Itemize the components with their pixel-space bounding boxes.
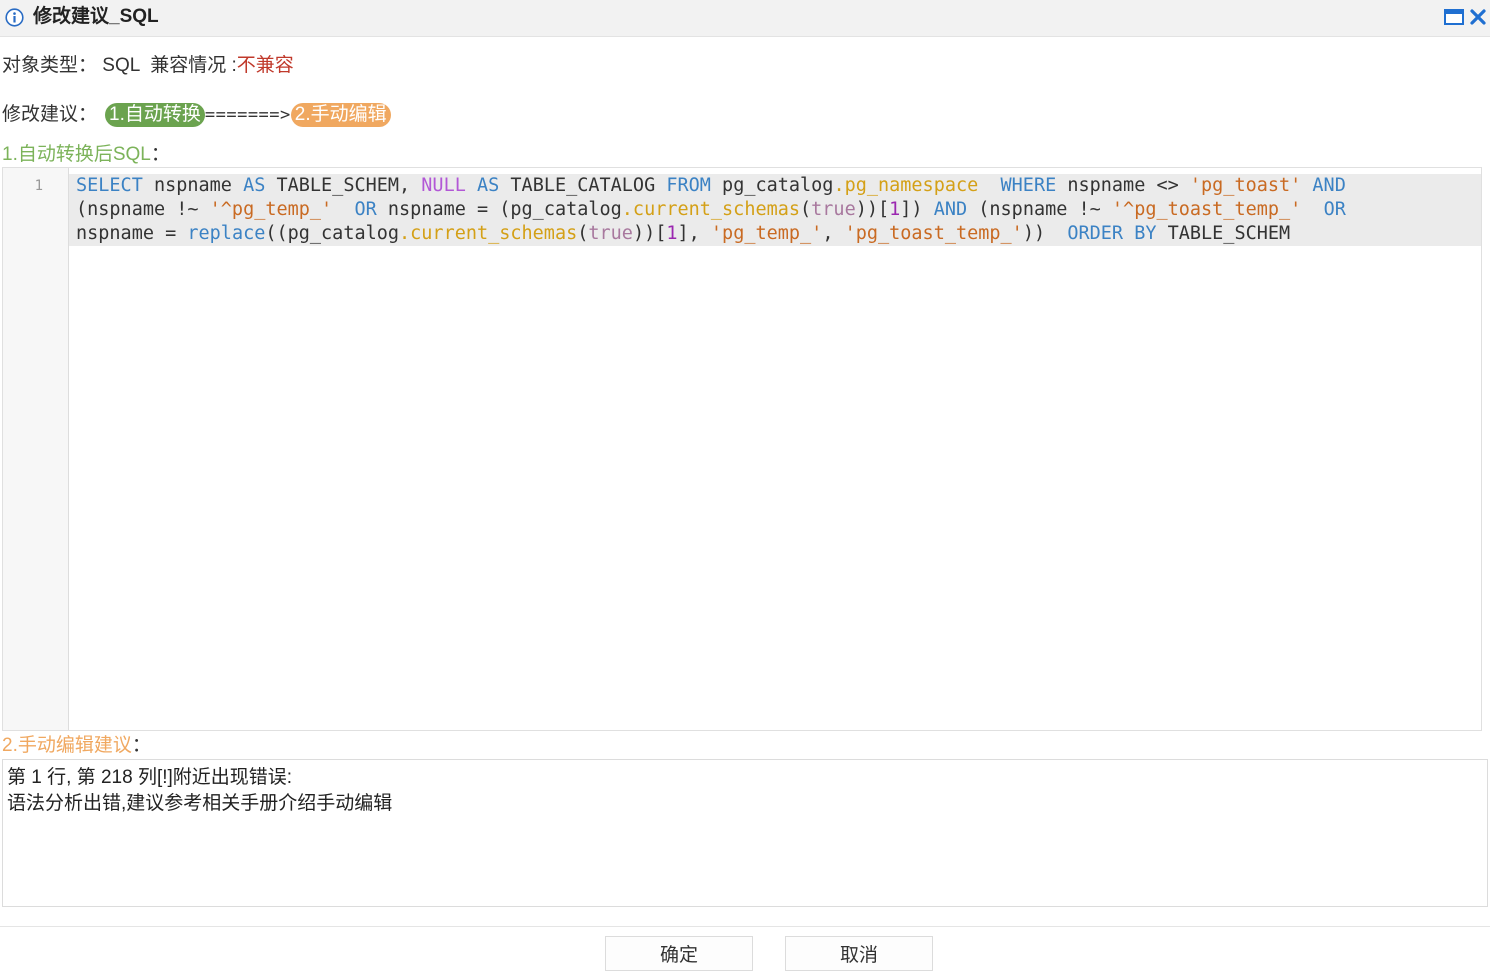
code-token-str: '^pg_temp_' bbox=[209, 199, 333, 220]
code-token-kw: FROM bbox=[666, 175, 711, 196]
step2-badge: 2.手动编辑 bbox=[290, 103, 391, 127]
dialog-titlebar[interactable]: 修改建议_SQL bbox=[0, 0, 1490, 37]
code-token-kw: AND bbox=[933, 199, 968, 220]
code-token-plain: (nspname !~ bbox=[76, 199, 210, 220]
code-token-fn: .pg_namespace bbox=[833, 175, 979, 196]
code-token-plain: nspname = (pg_catalog bbox=[376, 199, 622, 220]
advice-steps-row: 修改建议： 1.自动转换 =======> 2.手动编辑 bbox=[2, 101, 391, 129]
editor-gutter: 1 bbox=[3, 168, 69, 730]
code-token-plain: ((pg_catalog bbox=[265, 223, 400, 244]
compat-status: 不兼容 bbox=[236, 55, 294, 76]
close-icon[interactable] bbox=[1469, 8, 1487, 26]
advice-label: 修改建议： bbox=[2, 104, 98, 125]
object-type-label: 对象类型： bbox=[2, 55, 98, 76]
object-type-value: SQL bbox=[102, 55, 140, 76]
step1-badge: 1.自动转换 bbox=[105, 103, 205, 127]
maximize-icon[interactable] bbox=[1444, 8, 1464, 26]
code-token-plain: ( bbox=[800, 199, 812, 220]
dialog-title: 修改建议_SQL bbox=[33, 6, 159, 27]
section2-colon: ： bbox=[131, 735, 151, 756]
error-advice-text: 语法分析出错,建议参考相关手册介绍手动编辑 bbox=[7, 793, 393, 814]
code-token-str: 'pg_temp_' bbox=[710, 223, 823, 244]
code-line: nspname = replace((pg_catalog.current_sc… bbox=[76, 222, 1476, 246]
sql-code[interactable]: SELECT nspname AS TABLE_SCHEM, NULL AS T… bbox=[76, 174, 1476, 246]
object-type-row: 对象类型： SQL 兼容情况 :不兼容 bbox=[2, 54, 294, 78]
code-token-plain: nspname <> bbox=[1056, 175, 1190, 196]
code-token-kw: AND bbox=[1312, 175, 1346, 196]
code-token-plain: nspname bbox=[142, 175, 244, 196]
section2-label: 2.手动编辑建议 bbox=[2, 735, 132, 756]
code-token-kw: SELECT bbox=[76, 175, 143, 196]
info-icon bbox=[5, 8, 24, 27]
code-token-str: '^pg_toast_temp_' bbox=[1111, 199, 1302, 220]
code-token-plain: ))[ bbox=[632, 223, 667, 244]
code-token-str: 'pg_toast' bbox=[1189, 175, 1302, 196]
code-token-num: 1 bbox=[666, 223, 678, 244]
code-token-kw: replace bbox=[187, 223, 266, 244]
code-token-plain: TABLE_CATALOG bbox=[499, 175, 667, 196]
section1-title: 1.自动转换后SQL： bbox=[2, 143, 170, 167]
code-token-plain: ], bbox=[677, 223, 711, 244]
code-token-plain: , bbox=[822, 223, 845, 244]
code-token-num: 1 bbox=[889, 199, 901, 220]
code-token-null: NULL bbox=[421, 175, 466, 196]
code-token-kw: AS bbox=[477, 175, 500, 196]
code-token-plain: ))[ bbox=[855, 199, 890, 220]
code-line: SELECT nspname AS TABLE_SCHEM, NULL AS T… bbox=[76, 174, 1476, 198]
error-location-text: 第 1 行, 第 218 列[!]附近出现错误: bbox=[7, 767, 293, 788]
cancel-button[interactable]: 取消 bbox=[785, 936, 933, 971]
code-token-kw: OR bbox=[354, 199, 377, 220]
step-arrow: =======> bbox=[204, 105, 291, 125]
code-token-plain: (nspname !~ bbox=[967, 199, 1112, 220]
code-token-kw: ORDER BY bbox=[1067, 223, 1157, 244]
code-token-str: 'pg_toast_temp_' bbox=[844, 223, 1023, 244]
code-line: (nspname !~ '^pg_temp_' OR nspname = (pg… bbox=[76, 198, 1476, 222]
code-token-plain: pg_catalog bbox=[710, 175, 834, 196]
code-token-bool: true bbox=[811, 199, 856, 220]
code-token-fn: .current_schemas bbox=[621, 199, 801, 220]
section2-title: 2.手动编辑建议： bbox=[2, 734, 151, 758]
code-token-plain: nspname = bbox=[76, 223, 188, 244]
code-token-fn: .current_schemas bbox=[399, 223, 578, 244]
code-token-bool: true bbox=[588, 223, 633, 244]
sql-editor[interactable]: 1 SELECT nspname AS TABLE_SCHEM, NULL AS… bbox=[2, 167, 1482, 731]
code-token-kw: OR bbox=[1323, 199, 1346, 220]
line-number: 1 bbox=[34, 178, 43, 194]
code-token-kw: AS bbox=[243, 175, 266, 196]
ok-button[interactable]: 确定 bbox=[605, 936, 753, 971]
footer-divider bbox=[0, 926, 1490, 927]
code-token-kw: WHERE bbox=[1000, 175, 1057, 196]
code-token-plain: )) bbox=[1022, 223, 1068, 244]
manual-advice-textarea[interactable]: 第 1 行, 第 218 列[!]附近出现错误: 语法分析出错,建议参考相关手册… bbox=[2, 759, 1488, 907]
section1-colon: ： bbox=[150, 144, 170, 165]
code-token-plain: TABLE_SCHEM, bbox=[265, 175, 422, 196]
code-token-plain: TABLE_SCHEM bbox=[1156, 223, 1291, 244]
section1-label: 1.自动转换后SQL bbox=[2, 144, 151, 165]
compat-label: 兼容情况 : bbox=[150, 55, 237, 76]
code-token-plain: ]) bbox=[900, 199, 934, 220]
code-token-plain: ( bbox=[577, 223, 589, 244]
